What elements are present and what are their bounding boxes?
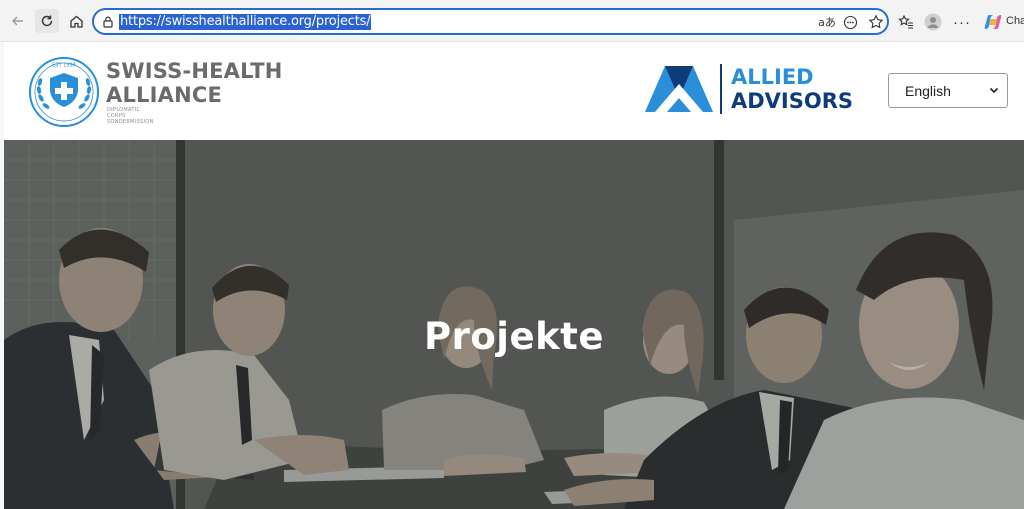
emblem-badge-text: EST 1994 — [52, 63, 76, 69]
address-bar[interactable]: https://swisshealthalliance.org/projects… — [92, 8, 889, 35]
back-button[interactable] — [6, 9, 30, 33]
copilot-button[interactable] — [983, 12, 1003, 32]
star-icon — [868, 14, 884, 29]
avatar-icon — [924, 13, 942, 31]
browser-toolbar: https://swisshealthalliance.org/projects… — [0, 0, 1024, 42]
hero-banner: Projekte — [4, 140, 1024, 509]
webpage: EST 1994 SWISS-HEALTH ALLIANCE DIPLOMATI… — [4, 42, 1024, 509]
allied-line1: ALLIED — [731, 65, 814, 89]
sha-subtitle: DIPLOMATIC CORPS SONDERMISSION — [107, 107, 154, 125]
favorites-list-icon — [898, 14, 913, 29]
more-circle-icon — [843, 15, 857, 29]
chevron-down-icon — [989, 87, 999, 94]
favorites-button[interactable] — [896, 12, 916, 32]
url-text[interactable]: https://swisshealthalliance.org/projects… — [119, 14, 372, 30]
site-header: EST 1994 SWISS-HEALTH ALLIANCE DIPLOMATI… — [4, 42, 1024, 140]
settings-menu-button[interactable]: ··· — [952, 12, 972, 32]
lock-icon[interactable] — [101, 15, 115, 29]
language-selected-value: English — [905, 82, 951, 99]
logo-divider — [720, 64, 722, 114]
sha-name-line1: SWISS-HEALTH — [106, 59, 283, 83]
swiss-health-alliance-emblem[interactable]: EST 1994 — [28, 56, 100, 128]
home-button[interactable] — [64, 9, 88, 33]
reload-icon — [41, 15, 53, 27]
allied-line2: ADVISORS — [731, 89, 854, 113]
sha-name-line2: ALLIANCE — [106, 83, 223, 107]
page-title: Projekte — [424, 315, 604, 358]
allied-advisors-wordmark[interactable]: ALLIED ADVISORS — [731, 65, 853, 113]
page-actions-icon[interactable] — [841, 13, 859, 31]
translate-icon[interactable]: aあ — [818, 13, 836, 31]
profile-button[interactable] — [923, 12, 943, 32]
sha-sub-line: SONDERMISSION — [107, 119, 154, 125]
arrow-left-icon — [12, 16, 23, 26]
home-icon — [69, 15, 83, 28]
copilot-label[interactable]: Cha — [1006, 15, 1024, 27]
language-select[interactable]: English — [888, 73, 1008, 108]
swiss-health-alliance-wordmark[interactable]: SWISS-HEALTH ALLIANCE — [106, 59, 283, 107]
copilot-icon — [984, 15, 1002, 29]
allied-advisors-mark-icon[interactable] — [645, 66, 713, 112]
reload-button[interactable] — [35, 9, 59, 33]
favorite-star-button[interactable] — [867, 13, 885, 31]
